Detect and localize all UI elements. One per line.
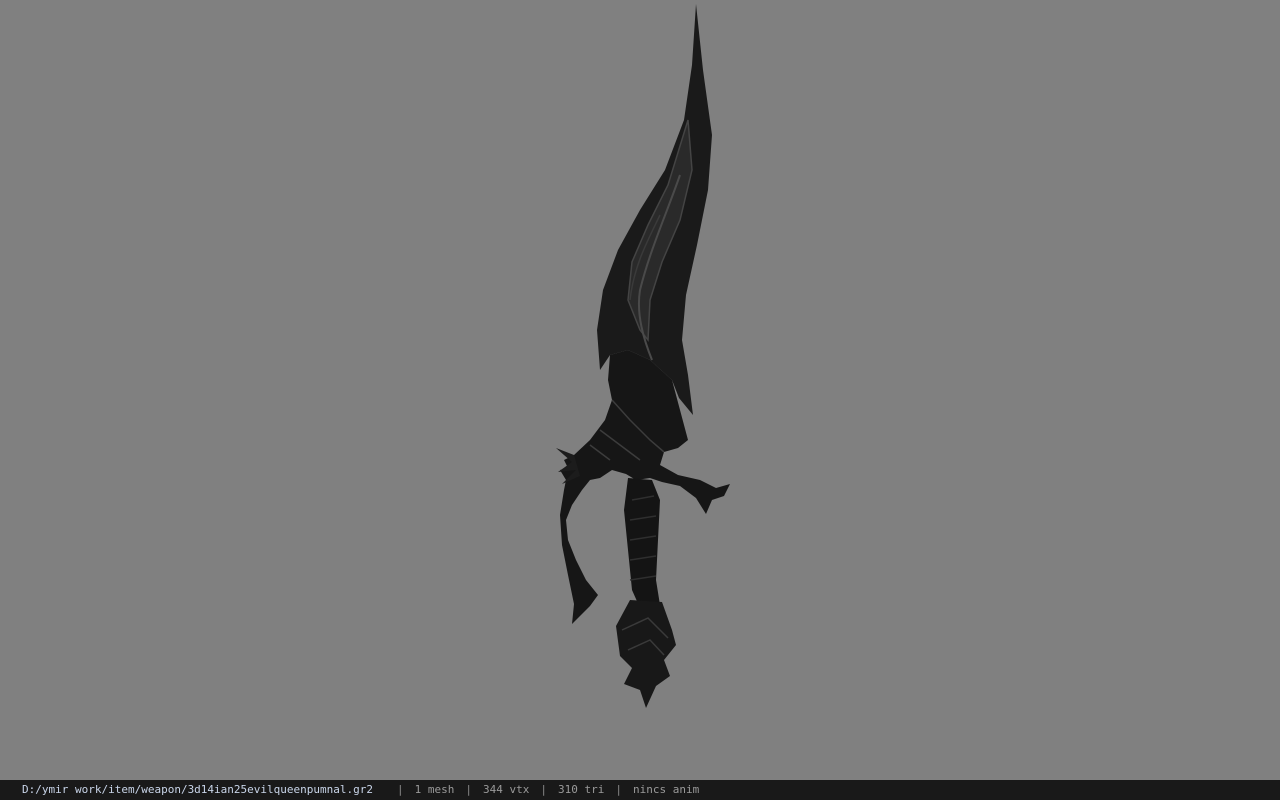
vertex-count: 344 vtx	[483, 783, 530, 796]
animation-status: nincs anim	[632, 783, 700, 796]
3d-viewport[interactable]	[0, 0, 1280, 780]
separator: |	[397, 783, 404, 796]
status-bar: D:/ymir work/item/weapon/3d14ian25evilqu…	[0, 780, 1280, 800]
dagger-model[interactable]	[0, 0, 1280, 780]
mesh-count: 1 mesh	[414, 783, 455, 796]
file-path: D:/ymir work/item/weapon/3d14ian25evilqu…	[22, 783, 373, 796]
separator: |	[615, 783, 622, 796]
triangle-count: 310 tri	[557, 783, 605, 796]
separator: |	[540, 783, 547, 796]
blade	[597, 4, 712, 415]
pommel	[616, 600, 676, 708]
separator: |	[465, 783, 472, 796]
